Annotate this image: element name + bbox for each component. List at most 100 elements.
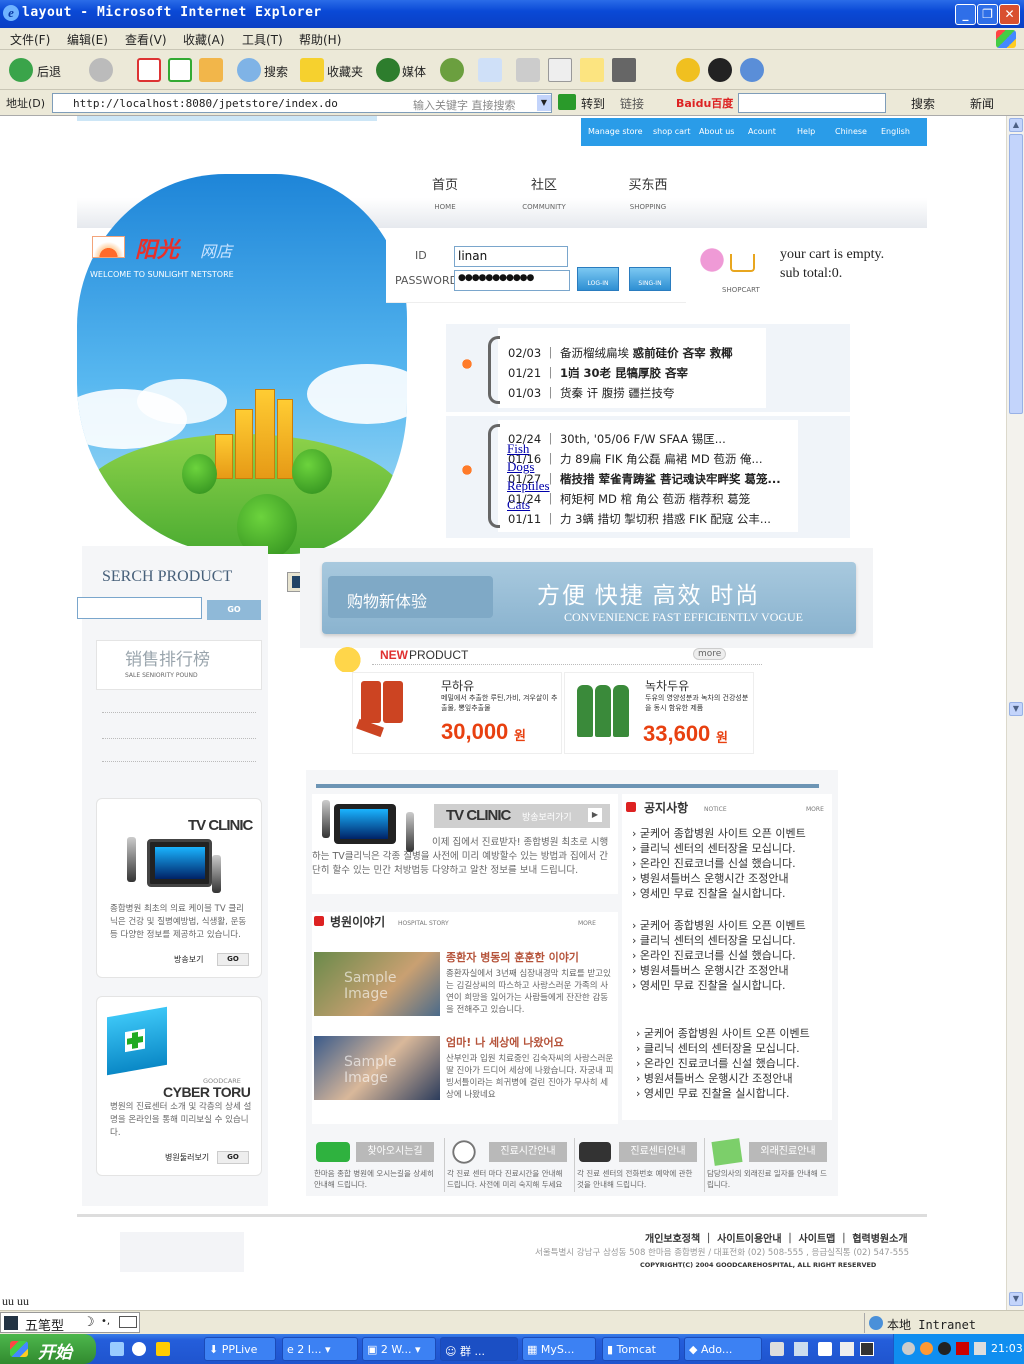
menu-favorites[interactable]: 收藏(A) xyxy=(183,31,225,48)
news2-item[interactable]: 02/24 ｜ 30th, '05/06 F/W SFAA 锡匡... xyxy=(508,431,726,447)
qq-mail-icon[interactable] xyxy=(676,58,700,82)
go-arrow-icon[interactable] xyxy=(558,94,576,110)
cyber-go-button[interactable]: GO xyxy=(217,1151,249,1164)
footer-link[interactable]: 사이트이용안내 xyxy=(717,1234,781,1245)
tv-clinic-go-button[interactable]: GO xyxy=(217,953,249,966)
signin-button[interactable]: SING-IN xyxy=(629,267,671,291)
cyber-link[interactable]: 병원둘러보기 xyxy=(165,1152,209,1163)
notice-item[interactable]: › 영세민 무료 진찰을 실시합니다. xyxy=(632,886,785,901)
service-item[interactable]: 진료시간안내 각 진료 센터 마다 진료시간을 안내해 드립니다. 사전에 미리… xyxy=(444,1138,568,1192)
task-tomcat[interactable]: ▮ Tomcat xyxy=(602,1337,680,1361)
notice-item[interactable]: › 클리닉 센터의 센터장을 모십니다. xyxy=(636,1041,800,1056)
story-headline[interactable]: 엄마! 나 세상에 나왔어요 xyxy=(446,1034,564,1050)
category-fish-link[interactable]: Fish xyxy=(507,442,529,455)
scroll-up-arrow-icon[interactable]: ▲ xyxy=(1009,118,1023,132)
forward-arrow-icon[interactable] xyxy=(89,58,113,82)
scroll-down-arrow-icon[interactable]: ▼ xyxy=(1009,1292,1023,1306)
story-photo[interactable]: Sample Image xyxy=(314,952,440,1016)
footer-link[interactable]: 협력병원소개 xyxy=(852,1234,907,1245)
product-card[interactable]: 무하유 메밀에서 추출한 루틴,가비, 겨우살이 추출물, 뽕잎추출물 30,0… xyxy=(352,672,562,754)
address-input[interactable]: http://localhost:8080/jpetstore/index.do… xyxy=(52,93,552,113)
baidu-search-input[interactable] xyxy=(738,93,886,113)
maximize-button[interactable]: ❐ xyxy=(977,4,998,25)
qq-penguin-icon[interactable] xyxy=(708,58,732,82)
quick-launch-icon[interactable] xyxy=(156,1342,170,1356)
menu-help[interactable]: 帮助(H) xyxy=(299,31,341,48)
id-input[interactable]: linan xyxy=(454,246,568,267)
ime-bar[interactable]: 五笔型 ☽ •, xyxy=(0,1312,140,1334)
news1-item[interactable]: 01/21 ｜ 1岿 30老 昆犒厚胶 吝宰 xyxy=(508,365,688,381)
link-shop-cart[interactable]: shop cart xyxy=(653,127,690,136)
task-adobe[interactable]: ◆ Ado... xyxy=(684,1337,762,1361)
notice-item[interactable]: › 영세민 무료 진찰을 실시합니다. xyxy=(636,1086,789,1101)
task-mysql[interactable]: ▦ MyS... xyxy=(522,1337,596,1361)
story-more-link[interactable]: MORE xyxy=(578,920,596,927)
notice-item[interactable]: › 병원셔틀버스 운행시간 조정안내 xyxy=(636,1071,793,1086)
start-button[interactable]: 开始 xyxy=(0,1334,96,1364)
nav-shopping[interactable]: 买东西 SHOPPING xyxy=(612,174,684,211)
story-headline[interactable]: 종환자 병동의 훈훈한 이야기 xyxy=(446,949,579,965)
history-icon[interactable] xyxy=(440,58,464,82)
category-dogs-link[interactable]: Dogs xyxy=(507,460,534,473)
notice-item[interactable]: › 온라인 진료코너를 신설 했습니다. xyxy=(632,856,796,871)
qq-tray-icon[interactable] xyxy=(938,1342,951,1355)
login-button[interactable]: LOG-IN xyxy=(577,267,619,291)
keyboard-icon[interactable] xyxy=(770,1342,784,1356)
tray-window-icon[interactable] xyxy=(860,1342,874,1356)
more-products-link[interactable]: more xyxy=(693,648,727,660)
notice-item[interactable]: › 굳케어 종합병원 사이트 오픈 이벤트 xyxy=(636,1026,810,1041)
clock[interactable]: 21:03 xyxy=(991,1342,1023,1355)
menu-tools[interactable]: 工具(T) xyxy=(242,31,283,48)
back-arrow-icon[interactable] xyxy=(9,58,33,82)
link-manage-store[interactable]: Manage store xyxy=(588,127,643,136)
msn-buddy-icon[interactable] xyxy=(740,58,764,82)
tv-clinic-link[interactable]: 방송보기 xyxy=(174,954,203,965)
nav-home[interactable]: 首页 HOME xyxy=(412,174,478,211)
notice-item[interactable]: › 온라인 진료코너를 신설 했습니다. xyxy=(632,948,796,963)
tv-clinic-feature-sub[interactable]: 방송보러가기 xyxy=(522,810,572,823)
footer-link[interactable]: 개인보호정책 xyxy=(645,1234,700,1245)
minimize-button[interactable]: _ xyxy=(955,4,976,25)
search-go-button[interactable]: GO xyxy=(207,600,261,620)
service-item[interactable]: 진료센터안내 각 진료 센터의 전화번호 예약에 관한 것을 안내해 드립니다. xyxy=(574,1138,698,1192)
story-photo[interactable]: Sample Image xyxy=(314,1036,440,1100)
scroll-mid-arrow-icon[interactable]: ▼ xyxy=(1009,702,1023,716)
quick-desktop-icon[interactable] xyxy=(110,1342,124,1356)
notice-item[interactable]: › 굳케어 종합병원 사이트 오픈 이벤트 xyxy=(632,918,806,933)
notice-item[interactable]: › 영세민 무료 진찰을 실시합니다. xyxy=(632,978,785,993)
address-dropdown-icon[interactable]: ▼ xyxy=(537,95,551,111)
refresh-icon[interactable] xyxy=(168,58,192,82)
title-bar[interactable]: e layout - Microsoft Internet Explorer _… xyxy=(0,0,1024,28)
antivirus-tray-icon[interactable] xyxy=(956,1342,969,1355)
search-icon[interactable] xyxy=(237,58,261,82)
edit-icon[interactable] xyxy=(548,58,572,82)
punct-icon[interactable]: •, xyxy=(101,1316,110,1327)
close-button[interactable]: ✕ xyxy=(999,4,1020,25)
vertical-scrollbar[interactable]: ▲ ▼ ▼ xyxy=(1006,116,1024,1310)
product-search-input[interactable] xyxy=(77,597,202,619)
task-qq-group[interactable]: ☺ 群 ... xyxy=(440,1337,518,1361)
notice-item[interactable]: › 병원셔틀버스 운행시간 조정안내 xyxy=(632,963,789,978)
notice-item[interactable]: › 온라인 진료코너를 신설 했습니다. xyxy=(636,1056,800,1071)
news1-item[interactable]: 02/03 ｜ 备沥榴绒扁埃 惑前硅价 吝宰 救椰 xyxy=(508,345,733,361)
news2-item[interactable]: 01/11 ｜ 力 3螨 措切 掣切积 措惑 FIK 配寇 公丰... xyxy=(508,511,771,527)
soft-keyboard-icon[interactable] xyxy=(119,1316,137,1328)
product-card[interactable]: 녹차두유 두유의 영양성분과 녹차의 건강성분을 동시 함유한 제품 33,60… xyxy=(564,672,754,754)
back-button-label[interactable]: 后退 xyxy=(37,63,61,80)
ime-name[interactable]: 五笔型 xyxy=(25,1315,64,1334)
menu-file[interactable]: 文件(F) xyxy=(10,31,50,48)
task-explorer-windows[interactable]: ▣ 2 W... ▾ xyxy=(362,1337,436,1361)
favorites-star-icon[interactable] xyxy=(300,58,324,82)
baidu-search-button[interactable]: 搜索 xyxy=(911,95,935,112)
notice-item[interactable]: › 클리닉 센터의 센터장을 모십니다. xyxy=(632,933,796,948)
link-about-us[interactable]: About us xyxy=(699,127,734,136)
category-reptiles-link[interactable]: Reptiles xyxy=(507,479,550,492)
volume-tray-icon[interactable] xyxy=(974,1342,986,1355)
link-help[interactable]: Help xyxy=(797,127,815,136)
notice-item[interactable]: › 병원셔틀버스 운행시간 조정안내 xyxy=(632,871,789,886)
favorites-button-label[interactable]: 收藏夹 xyxy=(327,63,363,80)
play-icon[interactable]: ▶ xyxy=(588,808,602,822)
notice-more-link[interactable]: MORE xyxy=(806,806,824,813)
media-globe-icon[interactable] xyxy=(376,58,400,82)
tray-icon[interactable] xyxy=(902,1342,915,1355)
